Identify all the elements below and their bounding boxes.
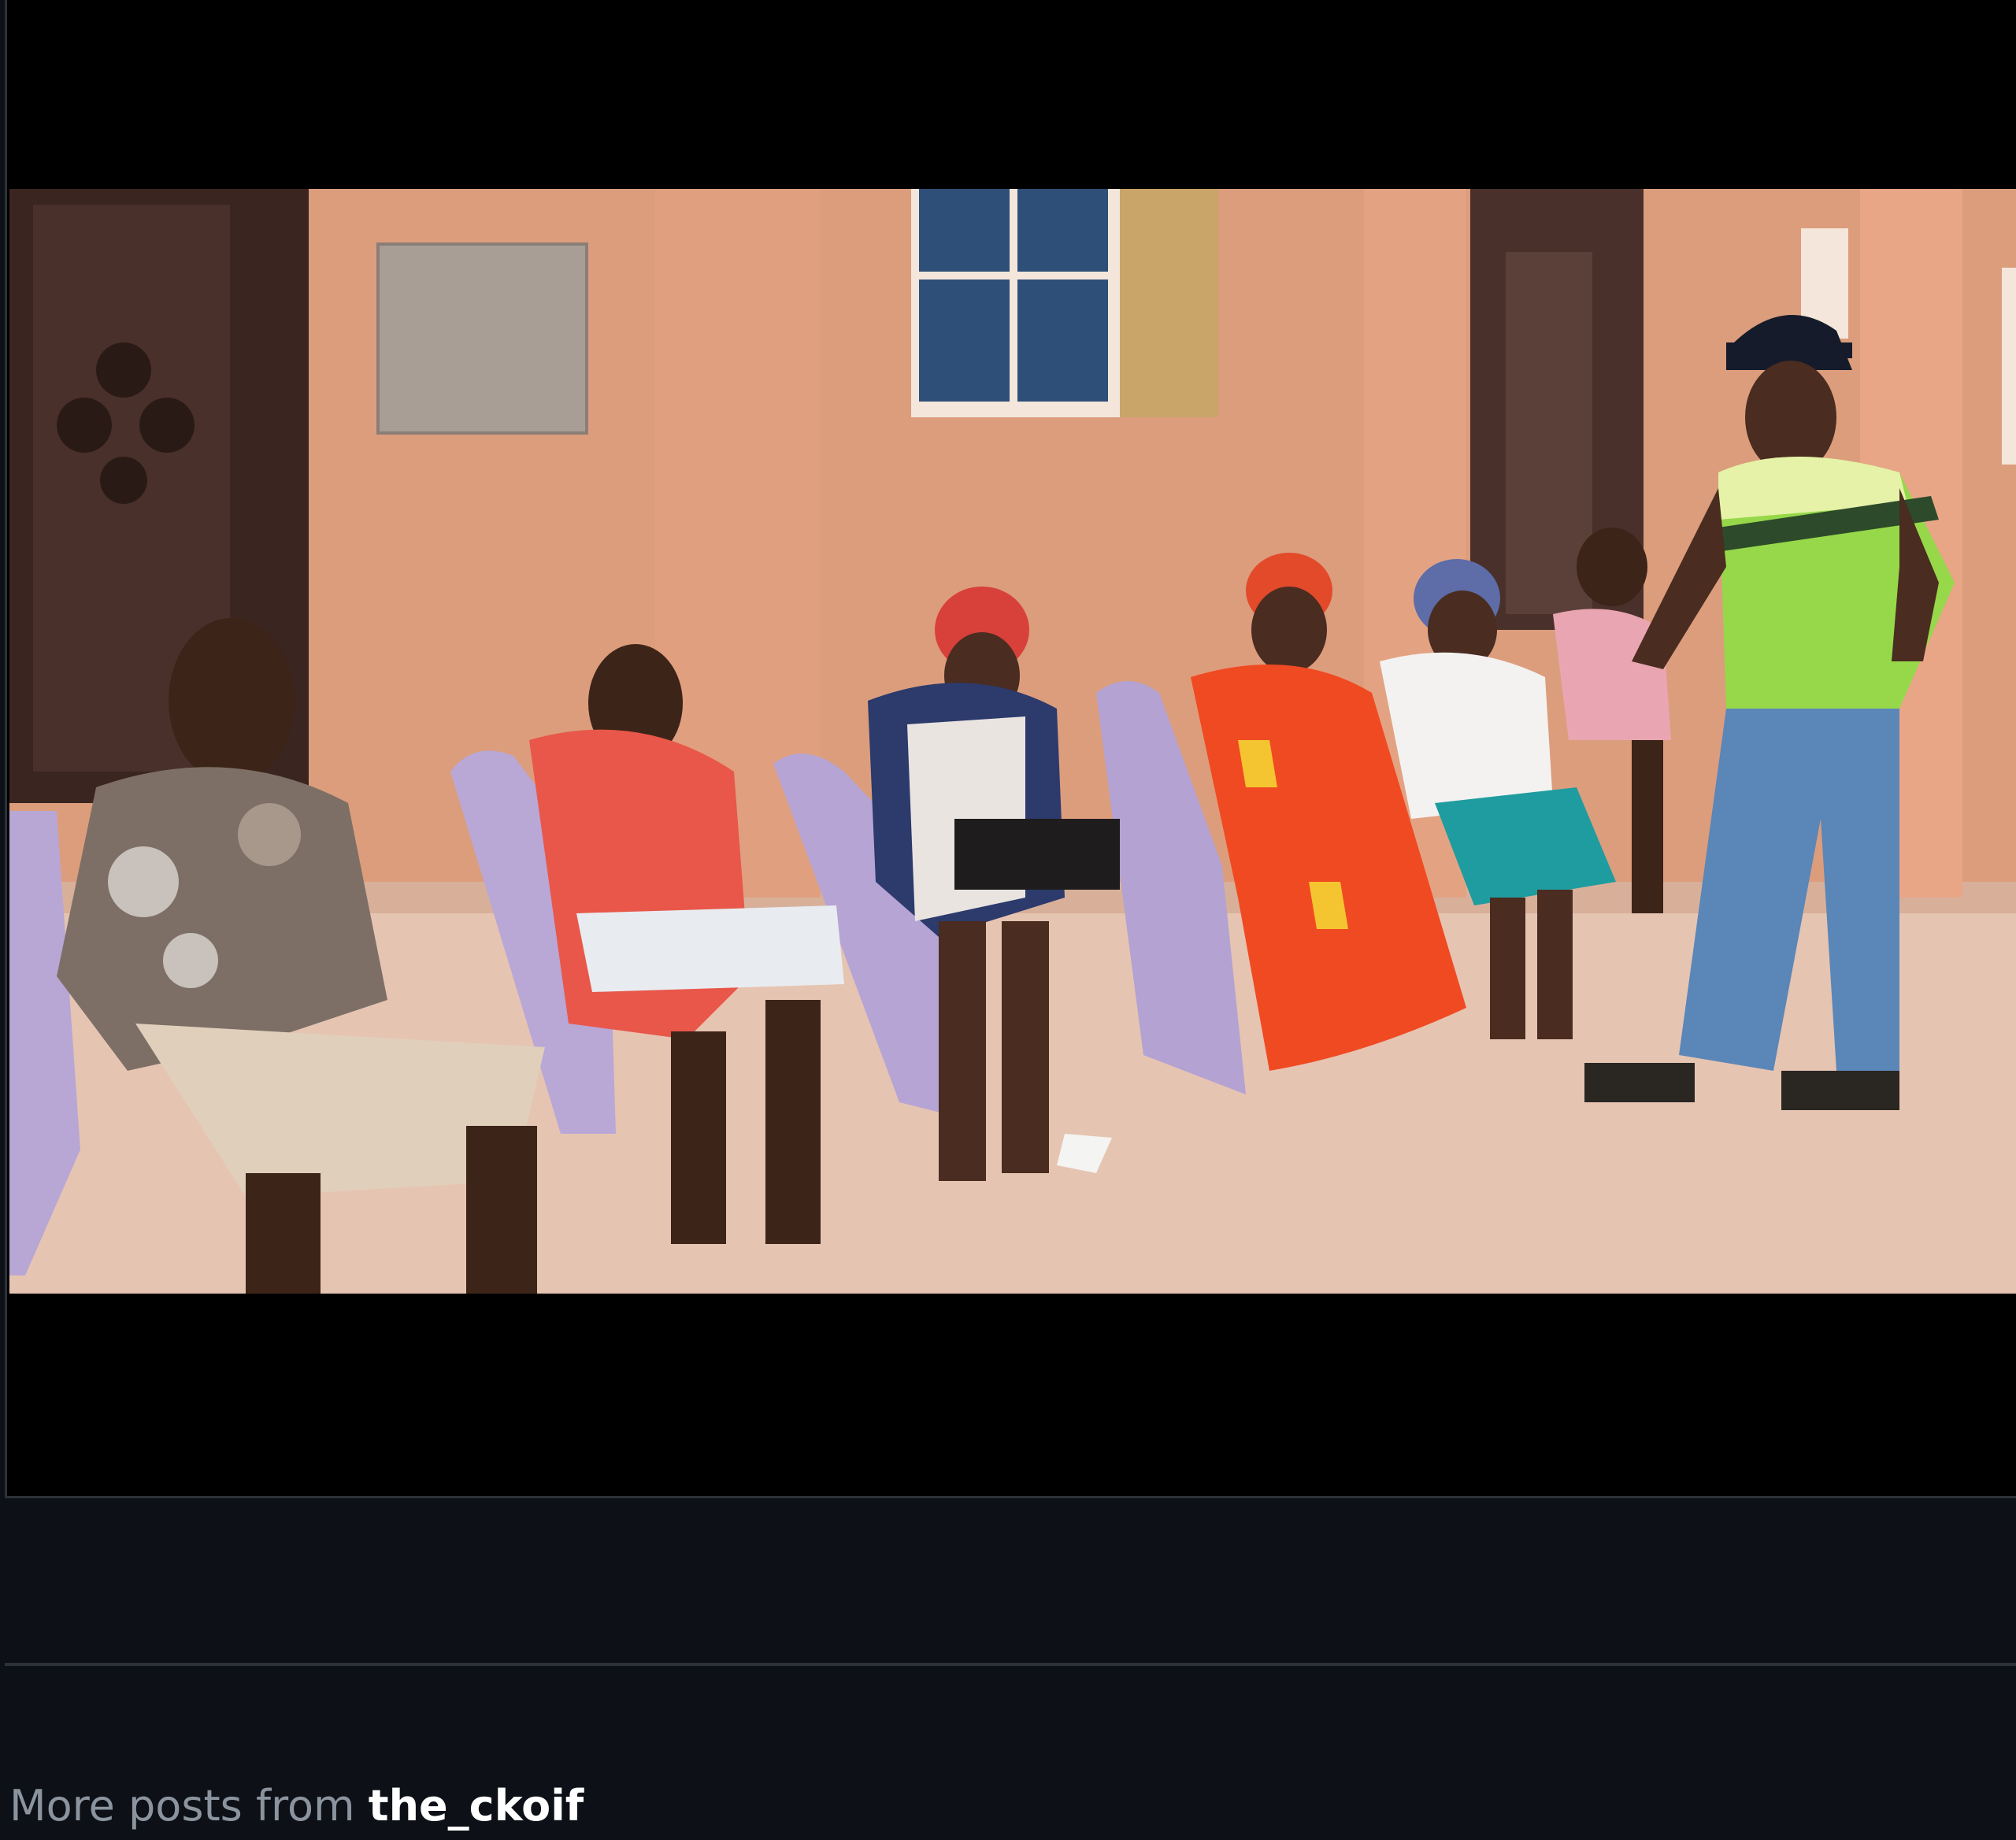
- more-posts-label: More posts from: [9, 1781, 369, 1831]
- video-frame[interactable]: [9, 189, 2016, 1294]
- post-page: More posts from the_ckoif: [0, 0, 2016, 1840]
- video-scene-image: [9, 189, 2016, 1294]
- section-divider: [5, 1663, 2016, 1666]
- video-player[interactable]: [5, 0, 2016, 1498]
- profile-username-link[interactable]: the_ckoif: [369, 1781, 584, 1831]
- more-posts-heading: More posts from the_ckoif: [9, 1781, 584, 1831]
